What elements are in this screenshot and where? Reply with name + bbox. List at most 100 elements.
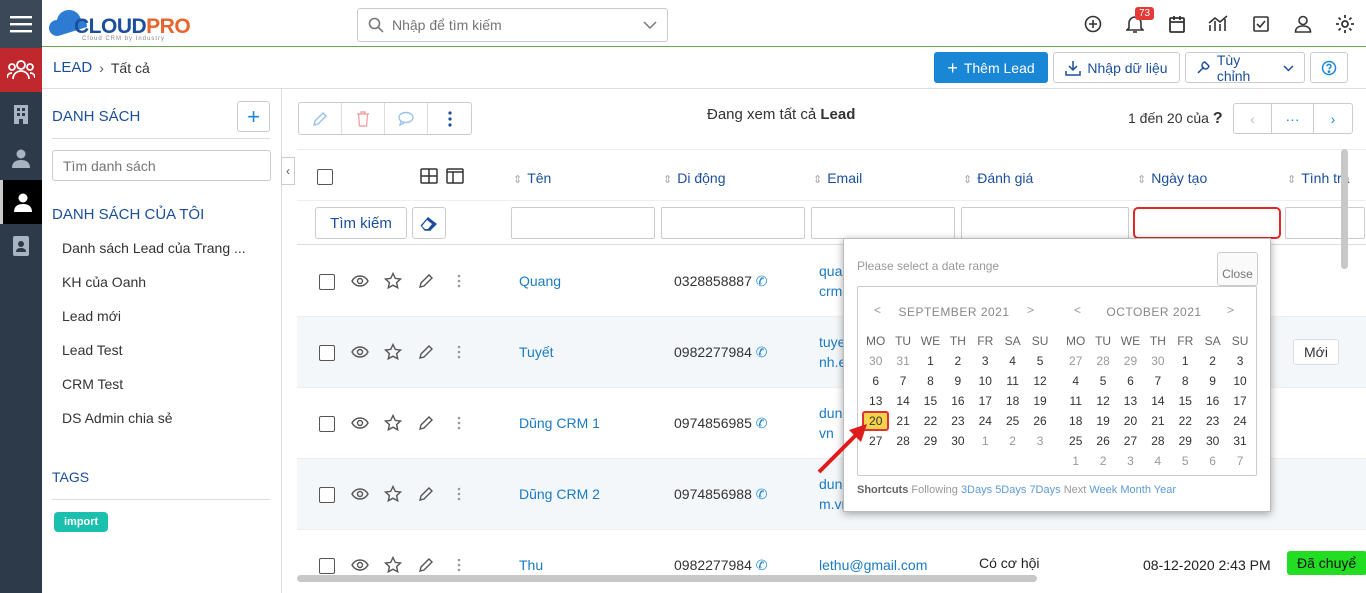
row-checkbox[interactable] bbox=[319, 487, 335, 503]
eye-icon[interactable] bbox=[343, 346, 376, 358]
calendar-day[interactable]: 7 bbox=[1144, 371, 1171, 391]
calendar-day[interactable]: 12 bbox=[1089, 391, 1116, 411]
calendar-day[interactable]: 31 bbox=[1226, 431, 1253, 451]
search-button[interactable]: Tìm kiếm bbox=[315, 207, 407, 239]
filter-email-input[interactable] bbox=[811, 207, 955, 239]
collapse-sidebar-button[interactable]: ‹ bbox=[281, 157, 295, 185]
users-group-icon[interactable] bbox=[0, 48, 42, 92]
search-input[interactable] bbox=[392, 17, 643, 33]
calendar-day[interactable]: 30 bbox=[1144, 351, 1171, 371]
trash-icon[interactable] bbox=[342, 103, 385, 134]
more-vertical-icon[interactable] bbox=[442, 487, 475, 501]
calendar-day[interactable]: 3 bbox=[1226, 351, 1253, 371]
sidebar-list-item[interactable]: DS Admin chia sẻ bbox=[62, 410, 173, 426]
comment-icon[interactable] bbox=[385, 103, 428, 134]
help-button[interactable] bbox=[1310, 52, 1348, 83]
calendar-day[interactable]: 7 bbox=[1226, 451, 1253, 471]
row-email[interactable]: dun bbox=[819, 476, 842, 492]
more-vertical-icon[interactable] bbox=[442, 274, 475, 288]
calendar-day[interactable]: 5 bbox=[1089, 371, 1116, 391]
calendar-day[interactable]: 19 bbox=[1026, 391, 1053, 411]
star-icon[interactable] bbox=[376, 414, 409, 432]
bell-icon[interactable]: 73 bbox=[1114, 0, 1156, 47]
tag-badge[interactable]: import bbox=[54, 512, 109, 532]
sidebar-list-item[interactable]: Lead Test bbox=[62, 342, 122, 358]
customize-button[interactable]: Tùy chỉnh bbox=[1185, 52, 1305, 84]
calendar-day[interactable]: 5 bbox=[1026, 351, 1053, 371]
calendar-day[interactable]: 25 bbox=[999, 411, 1026, 431]
calendar-day[interactable]: 3 bbox=[1117, 451, 1144, 471]
next-month-button[interactable]: > bbox=[1027, 303, 1034, 317]
calendar-day[interactable]: 10 bbox=[1226, 371, 1253, 391]
close-button[interactable]: Close bbox=[1217, 252, 1258, 286]
calendar-day[interactable]: 18 bbox=[999, 391, 1026, 411]
contact-icon[interactable] bbox=[0, 136, 42, 180]
eraser-icon[interactable] bbox=[412, 207, 446, 239]
filter-mobile-input[interactable] bbox=[661, 207, 805, 239]
more-vertical-icon[interactable] bbox=[442, 416, 475, 430]
column-header-email[interactable]: ⇕ Email bbox=[813, 170, 862, 186]
pencil-icon[interactable] bbox=[409, 415, 442, 431]
calendar-day[interactable]: 13 bbox=[1117, 391, 1144, 411]
column-header-created[interactable]: ⇕ Ngày tạo bbox=[1137, 170, 1207, 186]
global-search[interactable] bbox=[357, 8, 668, 42]
row-email[interactable]: qua bbox=[819, 263, 842, 279]
chevron-down-icon[interactable] bbox=[643, 20, 657, 30]
star-icon[interactable] bbox=[376, 485, 409, 503]
calendar-day[interactable]: 30 bbox=[1199, 431, 1226, 451]
more-vertical-icon[interactable] bbox=[442, 558, 475, 572]
row-checkbox[interactable] bbox=[319, 345, 335, 361]
shortcut-link[interactable]: 7Days bbox=[1029, 484, 1060, 496]
menu-icon[interactable] bbox=[0, 0, 42, 48]
calendar-day[interactable]: 12 bbox=[1026, 371, 1053, 391]
star-icon[interactable] bbox=[376, 343, 409, 361]
calendar-day[interactable]: 14 bbox=[889, 391, 916, 411]
calendar-day[interactable]: 3 bbox=[1026, 431, 1053, 451]
sidebar-list-item[interactable]: Lead mới bbox=[62, 308, 121, 324]
calendar-day[interactable]: 29 bbox=[1172, 431, 1199, 451]
pencil-icon[interactable] bbox=[409, 486, 442, 502]
calendar-day[interactable]: 2 bbox=[1199, 351, 1226, 371]
calendar-day[interactable]: 3 bbox=[972, 351, 999, 371]
next-month-button[interactable]: > bbox=[1227, 303, 1234, 317]
phone-icon[interactable]: ✆ bbox=[756, 344, 768, 360]
calendar-day[interactable]: 16 bbox=[1199, 391, 1226, 411]
selected-day[interactable]: 20 bbox=[862, 411, 890, 431]
calendar-day[interactable]: 27 bbox=[1117, 431, 1144, 451]
filter-rating-input[interactable] bbox=[961, 207, 1129, 239]
add-list-button[interactable]: + bbox=[237, 101, 270, 132]
gear-icon[interactable] bbox=[1324, 0, 1366, 47]
row-email[interactable]: dun bbox=[819, 405, 842, 421]
prev-page-button[interactable]: ‹ bbox=[1234, 104, 1272, 133]
row-checkbox[interactable] bbox=[319, 416, 335, 432]
calendar-day[interactable]: 28 bbox=[1144, 431, 1171, 451]
calendar-day[interactable]: 29 bbox=[917, 431, 944, 451]
filter-created-date-input[interactable] bbox=[1133, 207, 1281, 239]
eye-icon[interactable] bbox=[343, 275, 376, 287]
calendar-day[interactable]: 13 bbox=[862, 391, 889, 411]
calendar-day[interactable]: 26 bbox=[1089, 431, 1116, 451]
grid-view-icon[interactable] bbox=[420, 168, 438, 187]
calendar-day[interactable]: 24 bbox=[1226, 411, 1253, 431]
contact-card-icon[interactable] bbox=[0, 224, 42, 268]
calendar-day[interactable]: 6 bbox=[862, 371, 889, 391]
shortcut-link[interactable]: Week bbox=[1089, 484, 1117, 496]
calendar-day[interactable]: 5 bbox=[1172, 451, 1199, 471]
calendar-day[interactable]: 30 bbox=[862, 351, 889, 371]
calendar-day[interactable]: 21 bbox=[1144, 411, 1171, 431]
shortcut-link[interactable]: Month bbox=[1120, 484, 1151, 496]
star-icon[interactable] bbox=[376, 556, 409, 574]
calendar-day[interactable]: 18 bbox=[1062, 411, 1089, 431]
row-email-cont[interactable]: crm bbox=[819, 283, 842, 299]
calendar-day[interactable]: 9 bbox=[1199, 371, 1226, 391]
calendar-day[interactable]: 17 bbox=[1226, 391, 1253, 411]
row-checkbox[interactable] bbox=[319, 274, 335, 290]
row-name[interactable]: Tuyết bbox=[519, 344, 554, 360]
pencil-icon[interactable] bbox=[409, 557, 442, 573]
calendar-day[interactable]: 1 bbox=[1172, 351, 1199, 371]
calendar-day[interactable]: 28 bbox=[889, 431, 916, 451]
table-row[interactable]: Thu 0982277984 ✆ lethu@gmail.com Có cơ h… bbox=[297, 530, 1366, 593]
calendar-day[interactable]: 15 bbox=[917, 391, 944, 411]
more-vertical-icon[interactable] bbox=[442, 345, 475, 359]
row-email[interactable]: tuye bbox=[819, 334, 845, 350]
